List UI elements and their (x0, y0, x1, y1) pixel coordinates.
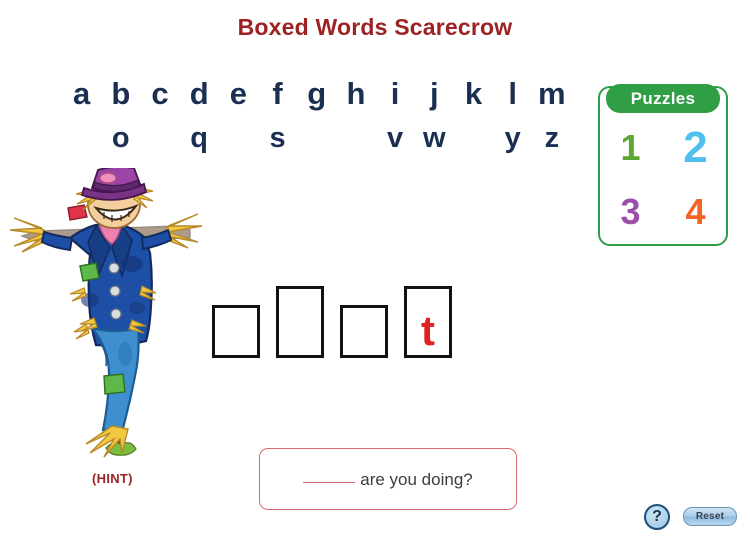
alphabet-letter[interactable]: f (258, 77, 297, 111)
hint-sentence-box: are you doing? (259, 448, 517, 510)
puzzle-stage: Boxed Words Scarecrow a b c d e f g h i … (0, 0, 750, 548)
alphabet-letter[interactable]: m (532, 77, 571, 111)
alphabet-row-2: o q s v w y z (62, 116, 572, 160)
alphabet-letter[interactable]: b (101, 77, 140, 111)
alphabet-letter[interactable]: h (336, 77, 375, 111)
reset-button[interactable]: Reset (683, 507, 737, 526)
alphabet-letter[interactable]: c (140, 77, 179, 111)
alphabet-letter[interactable]: k (454, 77, 493, 111)
alphabet-letter[interactable]: o (101, 121, 140, 155)
alphabet-letter[interactable]: q (180, 121, 219, 155)
hint-sentence-text: are you doing? (303, 469, 473, 490)
scarecrow-illustration (8, 165, 204, 460)
alphabet-letter[interactable]: d (180, 77, 219, 111)
alphabet-letter[interactable]: l (493, 77, 532, 111)
alphabet-row-1: a b c d e f g h i j k l m (62, 72, 572, 116)
hint-label: (HINT) (92, 471, 133, 486)
hint-sentence-suffix: are you doing? (360, 469, 473, 489)
alphabet-letter[interactable]: i (376, 77, 415, 111)
letter-box-1[interactable] (212, 305, 260, 358)
page-title: Boxed Words Scarecrow (237, 14, 513, 40)
puzzle-button-3[interactable]: 3 (620, 194, 640, 230)
puzzles-header-label: Puzzles (606, 84, 720, 113)
letter-box-2[interactable] (276, 286, 324, 358)
puzzle-button-2[interactable]: 2 (683, 126, 707, 170)
alphabet-letter[interactable]: j (415, 77, 454, 111)
puzzles-list: 1 2 3 4 (598, 116, 728, 244)
alphabet-letter[interactable]: w (415, 121, 454, 155)
puzzle-button-4[interactable]: 4 (685, 194, 705, 230)
alphabet-letter[interactable]: e (219, 77, 258, 111)
letter-box-3[interactable] (340, 305, 388, 358)
help-button[interactable]: ? (644, 504, 670, 530)
alphabet-letter[interactable]: a (62, 77, 101, 111)
hint-sentence-blank (303, 469, 356, 483)
alphabet-letter[interactable]: s (258, 121, 297, 155)
letter-box-4[interactable]: t (404, 286, 452, 358)
word-boxes: t (212, 278, 472, 360)
alphabet-letter[interactable]: v (376, 121, 415, 155)
alphabet-letter[interactable]: z (532, 121, 571, 155)
puzzle-button-1[interactable]: 1 (620, 130, 640, 166)
alphabet-letter[interactable]: g (297, 77, 336, 111)
alphabet-letter[interactable]: y (493, 121, 532, 155)
alphabet-tray: a b c d e f g h i j k l m o q s v w y z (62, 72, 572, 160)
letter-box-glyph: t (421, 307, 435, 354)
